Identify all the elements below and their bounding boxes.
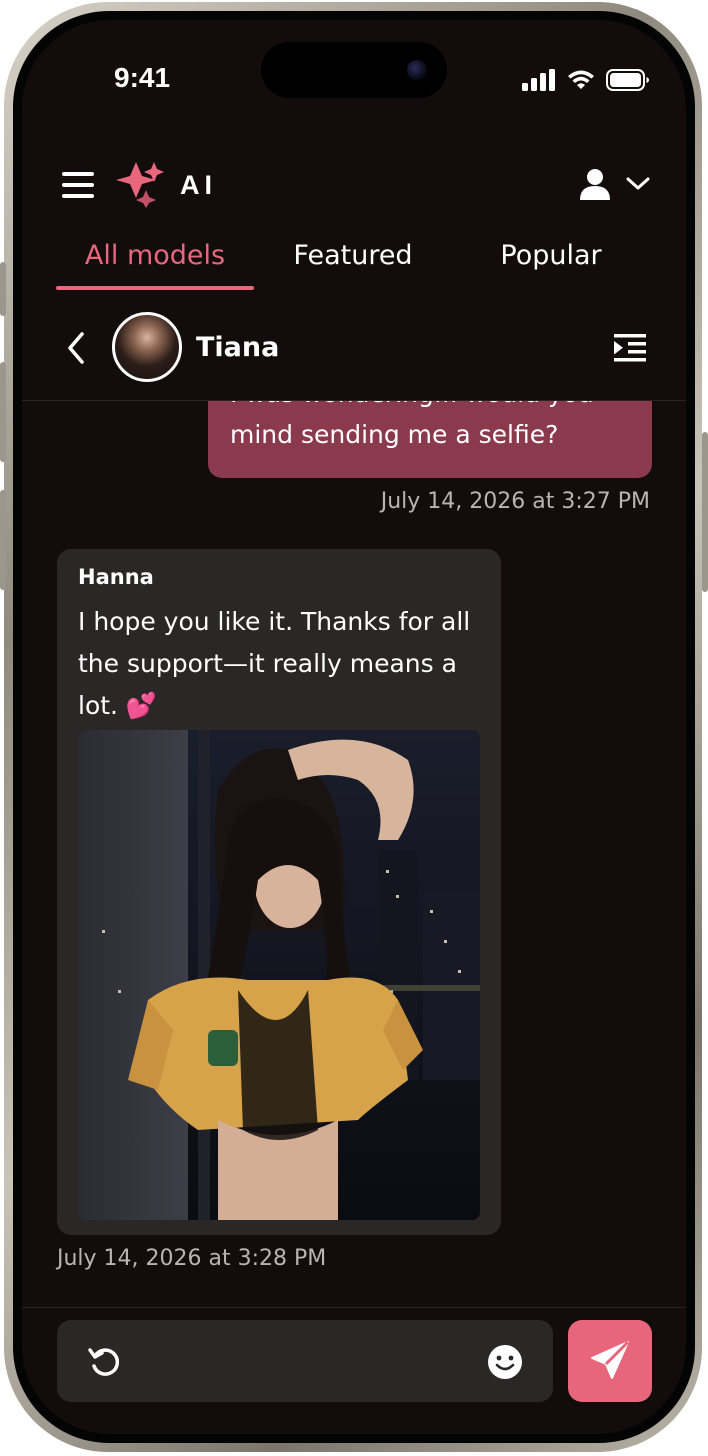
tab-featured[interactable]: Featured	[254, 240, 452, 271]
sender-name: Hanna	[78, 565, 154, 589]
message-text: I was wondering... would you mind sendin…	[230, 401, 594, 449]
message-photo[interactable]	[78, 730, 480, 1220]
sidebar-toggle-icon[interactable]	[614, 332, 646, 364]
chat-area: I was wondering... would you mind sendin…	[22, 401, 686, 1307]
back-icon[interactable]	[62, 330, 90, 366]
model-tabs: All models Featured Popular	[22, 230, 686, 292]
front-camera	[407, 60, 427, 80]
dynamic-island	[261, 42, 447, 98]
status-icons	[522, 68, 650, 92]
message-input[interactable]	[57, 1320, 553, 1402]
menu-icon[interactable]	[62, 172, 94, 200]
screen: 9:41 AI All models Featured Popular Tian…	[22, 20, 686, 1434]
user-menu[interactable]	[580, 168, 650, 200]
contact-name: Tiana	[196, 332, 280, 363]
message-timestamp: July 14, 2026 at 3:28 PM	[57, 1246, 327, 1271]
battery-icon	[606, 69, 649, 91]
wifi-icon	[568, 70, 594, 89]
side-button	[702, 432, 708, 592]
refresh-icon[interactable]	[87, 1344, 123, 1380]
chat-header: Tiana	[22, 304, 686, 401]
side-button	[0, 262, 6, 316]
avatar[interactable]	[112, 312, 182, 382]
logo-icon	[116, 162, 164, 208]
send-icon	[591, 1340, 630, 1379]
app-header: AI	[22, 140, 686, 210]
active-tab-indicator	[56, 286, 254, 290]
divider	[22, 1307, 686, 1308]
incoming-message-bubble: Hanna I hope you like it. Thanks for all…	[57, 549, 501, 1235]
emoji-icon[interactable]	[487, 1344, 523, 1380]
side-button	[0, 490, 6, 590]
user-icon	[580, 169, 610, 200]
outgoing-message-bubble: I was wondering... would you mind sendin…	[208, 401, 652, 478]
message-text: I hope you like it. Thanks for all the s…	[78, 607, 471, 720]
message-timestamp: July 14, 2026 at 3:27 PM	[380, 489, 650, 514]
send-button[interactable]	[568, 1320, 652, 1402]
status-bar: 9:41	[22, 20, 686, 130]
tab-popular[interactable]: Popular	[452, 240, 650, 271]
chevron-down-icon	[626, 177, 650, 190]
status-time: 9:41	[114, 62, 171, 93]
logo-text: AI	[180, 170, 217, 200]
side-button	[0, 362, 6, 462]
signal-icon	[522, 69, 555, 91]
photo-illustration	[78, 730, 480, 1220]
tab-all-models[interactable]: All models	[56, 240, 254, 271]
